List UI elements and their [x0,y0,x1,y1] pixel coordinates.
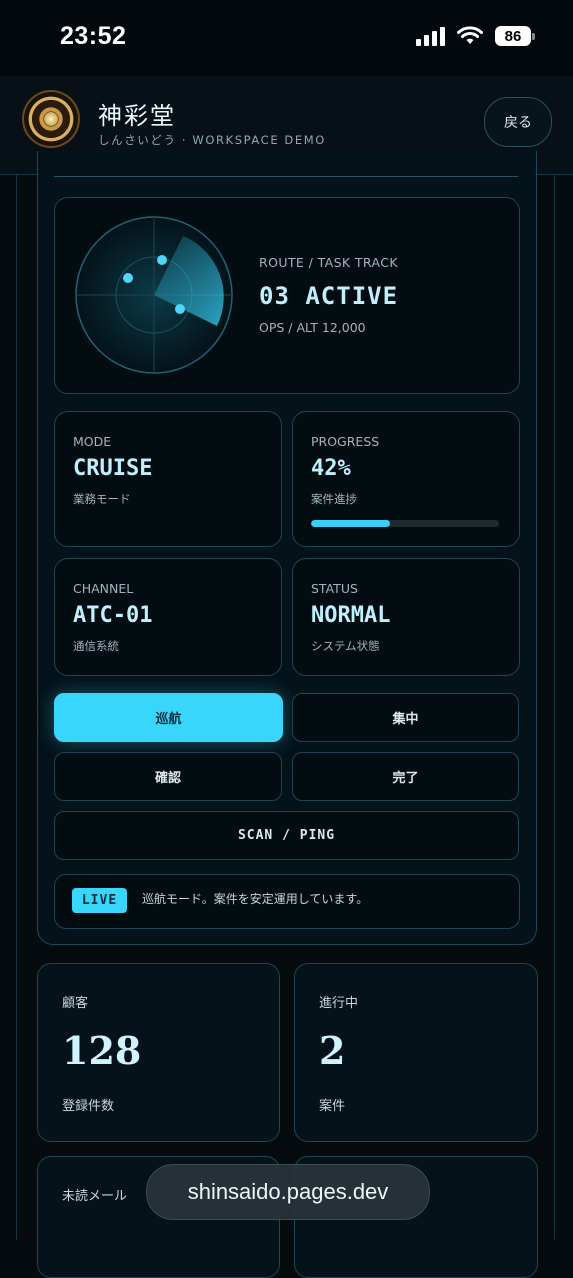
live-status-bar: LIVE 巡航モード。案件を安定運用しています。 [54,874,520,929]
metric-label: 未読メール [62,1189,128,1204]
route-label: ROUTE / TASK TRACK [259,255,398,270]
channel-label: CHANNEL [73,581,134,596]
brand-title: 神彩堂 [98,102,176,130]
progress-subtext: 案件進捗 [311,492,357,506]
live-badge: LIVE [72,888,127,913]
status-card: STATUS NORMAL システム状態 [292,558,520,676]
brand-logo-icon [22,90,80,148]
back-button[interactable]: 戻る [484,97,552,147]
mode-subtext: 業務モード [73,492,131,506]
customers-metric-card[interactable]: 顧客 128 登録件数 [37,963,280,1142]
channel-subtext: 通信系統 [73,639,119,653]
route-value: 03 ACTIVE [259,282,399,310]
divider [54,176,518,177]
status-label: STATUS [311,581,358,596]
brand-subtitle: しんさいどう · WORKSPACE DEMO [98,133,326,147]
metric-subtext: 案件 [319,1099,346,1114]
progress-bar [311,520,499,527]
progress-bar-fill [311,520,390,527]
progress-value: 42% [311,456,351,481]
focus-mode-button[interactable]: 集中 [292,693,519,742]
status-icons: 86 [416,26,535,46]
battery-icon: 86 [495,26,535,46]
url-bar[interactable]: shinsaido.pages.dev [146,1164,430,1220]
mode-card: MODE CRUISE 業務モード [54,411,282,547]
channel-card: CHANNEL ATC-01 通信系統 [54,558,282,676]
radar-display [75,216,233,374]
metric-value: 2 [319,1028,346,1073]
status-time: 23:52 [60,22,127,50]
route-subtext: OPS / ALT 12,000 [259,320,366,335]
cruise-mode-button[interactable]: 巡航 [54,693,283,742]
route-card: ROUTE / TASK TRACK 03 ACTIVE OPS / ALT 1… [54,197,520,394]
mode-value: CRUISE [73,456,153,481]
metric-subtext: 登録件数 [62,1099,115,1114]
channel-value: ATC-01 [73,603,153,628]
scan-ping-button[interactable]: SCAN / PING [54,811,519,860]
progress-card: PROGRESS 42% 案件進捗 [292,411,520,547]
status-value: NORMAL [311,603,391,628]
radar-blip [123,273,133,283]
status-bar: 23:52 86 [0,0,573,76]
status-subtext: システム状態 [311,639,380,653]
metric-label: 顧客 [62,996,89,1011]
radar-blip [157,255,167,265]
cellular-signal-icon [416,26,445,46]
wifi-icon [457,26,483,44]
live-message: 巡航モード。案件を安定運用しています。 [142,892,369,906]
metric-value: 128 [62,1028,142,1073]
radar-blip [175,304,185,314]
progress-label: PROGRESS [311,434,380,449]
mode-label: MODE [73,434,112,449]
battery-level: 86 [495,26,531,46]
done-mode-button[interactable]: 完了 [292,752,519,801]
in-progress-metric-card[interactable]: 進行中 2 案件 [294,963,538,1142]
confirm-mode-button[interactable]: 確認 [54,752,282,801]
metric-label: 進行中 [319,996,359,1011]
